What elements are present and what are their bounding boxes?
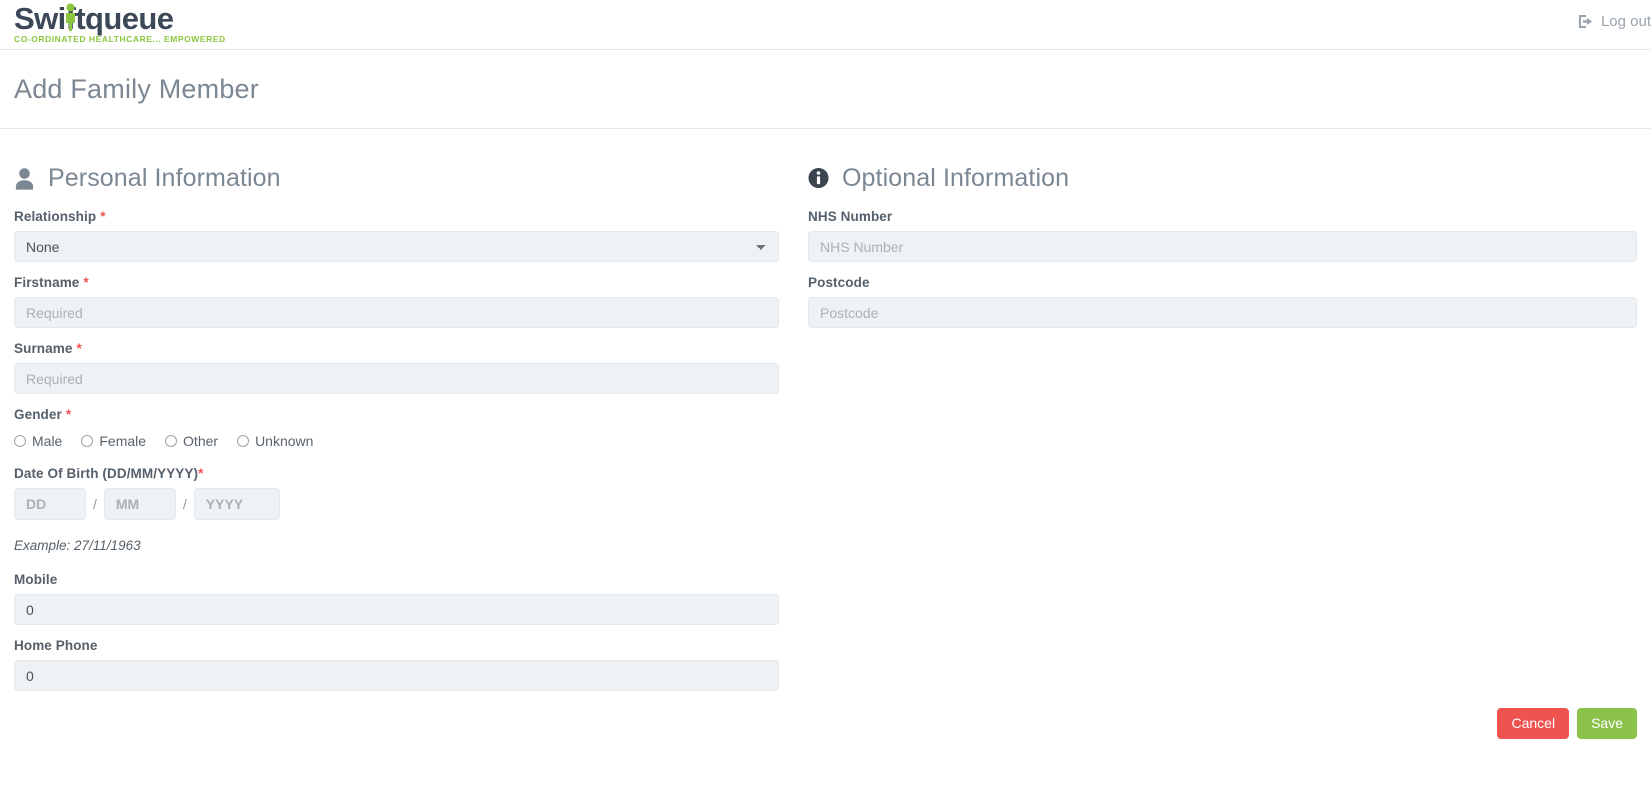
column-gutter [779, 163, 808, 704]
optional-information-section: Optional Information NHS Number Postcode [808, 163, 1637, 704]
gender-radio-group: Male Female Other Unknown [14, 429, 779, 453]
radio-circle-icon[interactable] [165, 435, 178, 447]
personal-information-section: Personal Information Relationship * None … [14, 163, 779, 704]
mobile-label: Mobile [14, 572, 58, 587]
section-title: Optional Information [842, 163, 1070, 192]
relationship-label: Relationship * [14, 209, 779, 224]
radio-circle-icon[interactable] [14, 435, 26, 447]
personal-information-heading: Personal Information [14, 163, 779, 193]
gender-radio-other[interactable]: Other [165, 433, 218, 449]
radio-circle-icon[interactable] [237, 435, 250, 447]
nhs-number-label: NHS Number [808, 209, 893, 224]
firstname-label: Firstname * [14, 275, 779, 290]
required-marker: * [83, 275, 89, 290]
page-title: Add Family Member [14, 73, 259, 104]
brand-name: Swiftqueue [14, 1, 174, 36]
date-of-birth-label-text: Date Of Birth (DD/MM/YYYY) [14, 466, 199, 481]
relationship-select[interactable]: None [14, 231, 779, 262]
gender-label: Gender * [14, 407, 779, 422]
home-phone-field: Home Phone [14, 638, 779, 691]
logo-person-icon [66, 3, 75, 31]
firstname-field: Firstname * [14, 275, 779, 328]
gender-radio-label: Female [99, 433, 147, 449]
dob-example-text: Example: 27/11/1963 [14, 538, 141, 553]
nhs-number-input[interactable] [808, 231, 1637, 262]
form-columns: Personal Information Relationship * None … [14, 129, 1637, 704]
save-button[interactable]: Save [1577, 708, 1637, 739]
required-marker: * [198, 466, 204, 481]
mobile-input[interactable] [14, 594, 779, 625]
relationship-field: Relationship * None [14, 209, 779, 262]
home-phone-input[interactable] [14, 660, 779, 691]
form-actions: Cancel Save [1497, 708, 1637, 739]
firstname-label-text: Firstname [14, 275, 80, 290]
relationship-label-text: Relationship [14, 209, 97, 224]
nhs-number-field: NHS Number [808, 209, 1637, 262]
date-of-birth-label: Date Of Birth (DD/MM/YYYY)* [14, 466, 779, 481]
dob-separator: / [182, 496, 187, 512]
form-content: Personal Information Relationship * None … [0, 129, 1651, 798]
optional-information-heading: Optional Information [808, 163, 1637, 193]
gender-radio-label: Male [32, 433, 63, 449]
postcode-label: Postcode [808, 275, 870, 290]
cancel-button[interactable]: Cancel [1497, 708, 1570, 739]
surname-input[interactable] [14, 363, 779, 394]
surname-field: Surname * [14, 341, 779, 394]
mobile-field: Mobile [14, 572, 779, 625]
radio-circle-icon[interactable] [81, 435, 94, 447]
required-marker: * [100, 209, 106, 224]
date-of-birth-field: Date Of Birth (DD/MM/YYYY)* / / Example:… [14, 466, 779, 553]
info-icon [808, 168, 829, 188]
firstname-input[interactable] [14, 297, 779, 328]
gender-radio-label: Other [183, 433, 219, 449]
gender-radio-unknown[interactable]: Unknown [237, 433, 313, 449]
page-title-band: Add Family Member [0, 50, 1651, 129]
postcode-input[interactable] [808, 297, 1637, 328]
required-marker: * [76, 341, 82, 356]
gender-field: Gender * Male Female Other Unknown [14, 407, 779, 453]
user-icon [15, 167, 34, 190]
gender-radio-male[interactable]: Male [14, 433, 62, 449]
gender-radio-female[interactable]: Female [81, 433, 146, 449]
top-bar: Swiftqueue CO-ORDINATED HEALTHCARE... EM… [0, 0, 1651, 50]
section-title: Personal Information [48, 163, 281, 192]
home-phone-label: Home Phone [14, 638, 98, 653]
brand-logo[interactable]: Swiftqueue CO-ORDINATED HEALTHCARE... EM… [14, 1, 226, 45]
dob-separator: / [93, 496, 97, 512]
dob-year-input[interactable] [193, 488, 280, 520]
date-of-birth-inputs: / / [14, 488, 779, 520]
gender-label-text: Gender [14, 407, 62, 422]
dob-day-input[interactable] [14, 488, 86, 520]
surname-label-text: Surname [14, 341, 73, 356]
required-marker: * [65, 407, 72, 422]
postcode-field: Postcode [808, 275, 1637, 328]
sign-out-icon [1578, 15, 1592, 28]
dob-month-input[interactable] [103, 488, 176, 520]
surname-label: Surname * [14, 341, 779, 356]
logout-label: Log out [1600, 13, 1651, 30]
gender-radio-label: Unknown [255, 433, 314, 449]
logout-link[interactable]: Log out [1578, 13, 1651, 30]
